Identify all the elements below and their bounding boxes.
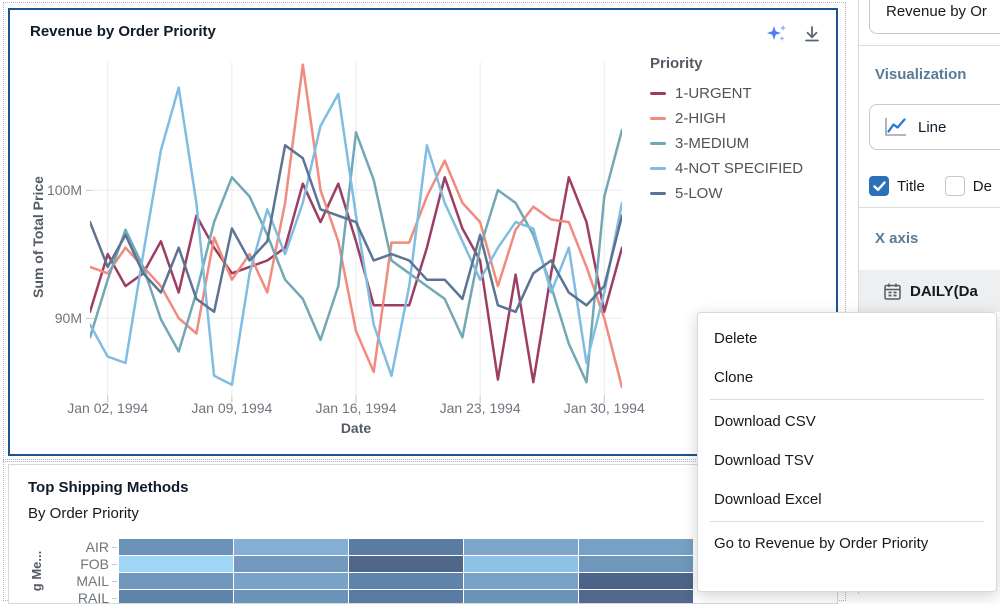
x-tick-label: Jan 30, 1994 <box>549 400 659 416</box>
heatmap-cell[interactable] <box>119 573 233 589</box>
calendar-icon <box>883 282 902 301</box>
heatmap-row-tick <box>112 564 117 565</box>
y-axis-title: Sum of Total Price <box>30 147 46 327</box>
sparkle-icon[interactable] <box>766 24 788 44</box>
chart-legend: Priority 1-URGENT 2-HIGH 3-MEDIUM 4-NOT … <box>650 55 830 206</box>
y-tick-label: 90M <box>36 310 82 326</box>
heatmap-subtitle: By Order Priority <box>28 505 139 522</box>
heatmap-cell[interactable] <box>119 590 233 604</box>
download-icon[interactable] <box>802 24 822 44</box>
legend-swatch <box>650 167 666 170</box>
heatmap-cell[interactable] <box>579 590 693 604</box>
heatmap-cell[interactable] <box>464 556 578 572</box>
x-axis-title: Date <box>301 420 411 436</box>
menu-divider <box>710 521 984 522</box>
legend-label: 1-URGENT <box>675 85 752 102</box>
context-menu: DeleteClone Download CSVDownload TSVDownl… <box>697 312 997 592</box>
menu-divider <box>710 399 984 400</box>
legend-title: Priority <box>650 55 830 72</box>
title-checkbox-label: Title <box>897 178 925 195</box>
menu-item[interactable]: Download TSV <box>698 441 996 480</box>
legend-swatch <box>650 142 666 145</box>
heatmap-cell[interactable] <box>349 556 463 572</box>
chart-type-select[interactable]: Line <box>869 104 1000 150</box>
legend-item[interactable]: 1-URGENT <box>650 81 830 106</box>
x-axis-heading: X axis <box>875 230 918 247</box>
legend-item[interactable]: 3-MEDIUM <box>650 131 830 156</box>
x-axis-field-label: DAILY(Da <box>910 283 978 300</box>
legend-label: 3-MEDIUM <box>675 135 749 152</box>
heatmap-row-label: MAIL <box>53 573 109 590</box>
heatmap-cell[interactable] <box>464 590 578 604</box>
heatmap-cell[interactable] <box>234 590 348 604</box>
heatmap-cell[interactable] <box>464 539 578 555</box>
x-tick-label: Jan 09, 1994 <box>177 400 287 416</box>
menu-item[interactable]: Clone <box>698 358 996 397</box>
chart-type-value: Line <box>918 119 946 136</box>
legend-swatch <box>650 92 666 95</box>
widget-title: Revenue by Order Priority <box>30 23 216 40</box>
heatmap-row-tick <box>112 598 117 599</box>
heatmap-row-label: FOB <box>53 556 109 573</box>
legend-swatch <box>650 117 666 120</box>
heatmap-cell[interactable] <box>119 556 233 572</box>
line-chart-icon <box>882 115 908 139</box>
heatmap-cell[interactable] <box>234 539 348 555</box>
x-tick-label: Jan 02, 1994 <box>53 400 163 416</box>
legend-label: 5-LOW <box>675 185 723 202</box>
menu-item[interactable]: Delete <box>698 319 996 358</box>
title-checkbox[interactable] <box>869 176 889 196</box>
heatmap-cell[interactable] <box>579 539 693 555</box>
menu-item[interactable]: Download CSV <box>698 402 996 441</box>
heatmap-cell[interactable] <box>234 573 348 589</box>
sidebar-divider <box>859 45 1000 46</box>
x-tick-label: Jan 23, 1994 <box>425 400 535 416</box>
heatmap-row-tick <box>112 547 117 548</box>
heatmap-cell[interactable] <box>349 590 463 604</box>
legend-item[interactable]: 2-HIGH <box>650 106 830 131</box>
format-checkbox-row: Title De <box>869 176 992 196</box>
heatmap-title: Top Shipping Methods <box>28 479 189 496</box>
heatmap-row-label: RAIL <box>53 590 109 604</box>
heatmap-cell[interactable] <box>349 573 463 589</box>
heatmap-row-label: AIR <box>53 539 109 556</box>
legend-label: 2-HIGH <box>675 110 726 127</box>
legend-item[interactable]: 5-LOW <box>650 181 830 206</box>
legend-swatch <box>650 192 666 195</box>
legend-label: 4-NOT SPECIFIED <box>675 160 803 177</box>
description-checkbox[interactable] <box>945 176 965 196</box>
menu-item[interactable]: Go to Revenue by Order Priority <box>698 524 996 563</box>
sidebar-divider <box>859 207 1000 208</box>
widget-actions <box>766 24 822 44</box>
menu-item[interactable]: Download Excel <box>698 480 996 519</box>
heatmap-cell[interactable] <box>234 556 348 572</box>
heatmap-cell[interactable] <box>579 573 693 589</box>
y-tick-label: 100M <box>36 182 82 198</box>
heatmap-cell[interactable] <box>579 556 693 572</box>
heatmap-cell[interactable] <box>119 539 233 555</box>
legend-item[interactable]: 4-NOT SPECIFIED <box>650 156 830 181</box>
description-checkbox-label: De <box>973 178 992 195</box>
line-chart-plot <box>90 62 622 404</box>
app-canvas: { "revenue_widget": { "title": "Revenue … <box>0 0 1000 594</box>
heatmap-row-tick <box>112 581 117 582</box>
heatmap-cell[interactable] <box>464 573 578 589</box>
heatmap-cell[interactable] <box>349 539 463 555</box>
visualization-heading: Visualization <box>875 66 966 83</box>
x-axis-field-well[interactable]: DAILY(Da <box>859 270 1000 312</box>
widget-name-input[interactable] <box>869 0 1000 34</box>
x-tick-label: Jan 16, 1994 <box>301 400 411 416</box>
